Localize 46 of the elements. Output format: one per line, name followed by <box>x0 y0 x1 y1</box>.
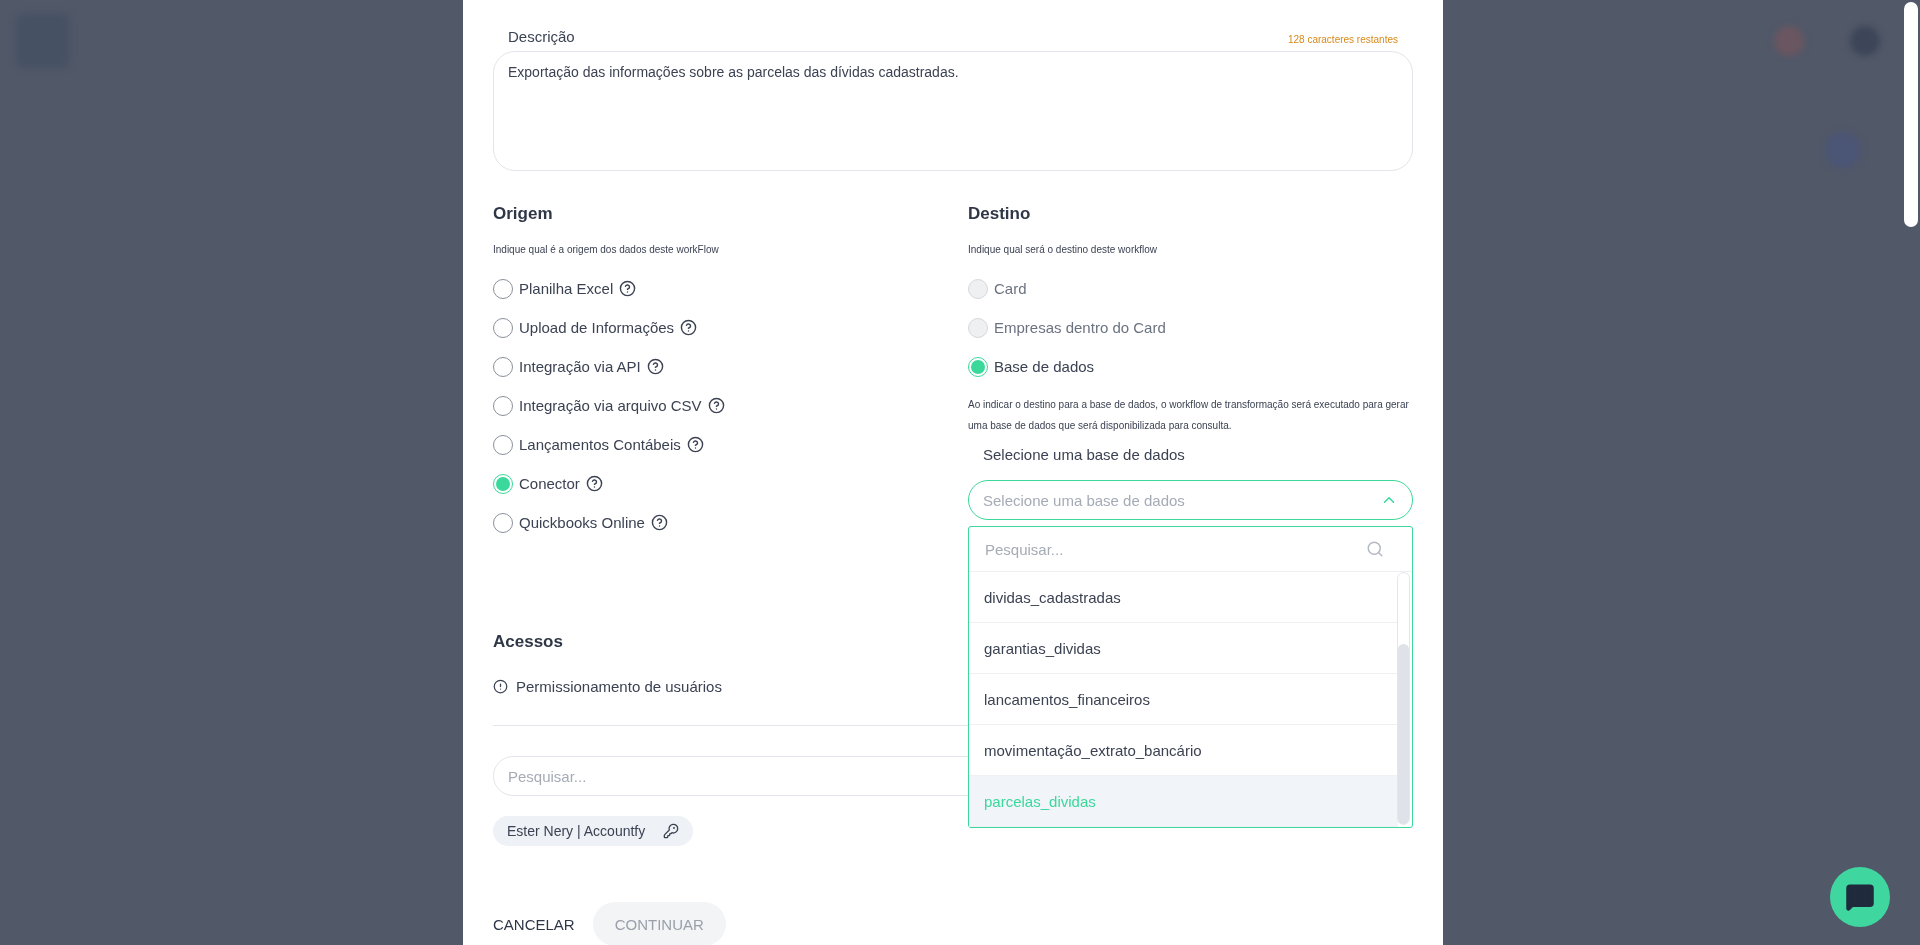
help-icon[interactable] <box>707 397 725 414</box>
blurred-avatar-icon <box>1774 26 1804 56</box>
radio-button[interactable] <box>493 434 513 455</box>
radio-label: Card <box>994 280 1027 297</box>
radio-button[interactable] <box>493 356 513 377</box>
help-icon[interactable] <box>619 280 637 297</box>
section-title: Origem <box>493 204 554 224</box>
hint-text: Indique qual é a origem dos dados deste workFlow <box>493 244 720 255</box>
radio-label: Empresas dentro do Card <box>994 319 1166 336</box>
permission-label: Permissionamento de usuários <box>516 678 722 695</box>
radio-label: Lançamentos Contábeis <box>519 436 681 453</box>
info-text: Ao indicar o destino para a base de dados, o workflow de transformação será executado para gerar uma base de dados que será disponibilizada para consulta. <box>968 398 1410 433</box>
description-field[interactable]: Exportação das informações sobre as parcelas das dívidas cadastradas. <box>493 51 1413 171</box>
radio-button[interactable] <box>493 317 513 338</box>
character-counter: 128 caracteres restantes <box>1287 34 1398 45</box>
scrollbar-thumb[interactable] <box>1904 2 1918 227</box>
radio-label: Base de dados <box>994 358 1095 375</box>
radio-label: Planilha Excel <box>519 280 614 297</box>
radio-button[interactable] <box>493 512 513 533</box>
radio-label: Integração via arquivo CSV <box>519 397 702 414</box>
hint-text: Indique qual será o destino deste workflow <box>968 244 1158 255</box>
radio-label: Quickbooks Online <box>519 514 645 531</box>
key-icon[interactable] <box>663 823 680 839</box>
section-title: Destino <box>968 204 1032 224</box>
radio-button[interactable] <box>968 356 988 377</box>
field-label: Descrição <box>508 28 575 45</box>
help-icon[interactable] <box>686 436 704 453</box>
field-label: Selecione uma base de dados <box>983 446 1186 465</box>
radio-label: Conector <box>519 475 580 492</box>
info-icon <box>493 679 508 694</box>
user-chip[interactable]: Ester Nery | Accountfy <box>493 816 694 846</box>
chat-icon <box>1845 882 1875 912</box>
radio-button[interactable] <box>493 278 513 299</box>
section-title: Acessos <box>493 632 563 652</box>
cancel-button[interactable]: CANCELAR <box>493 907 575 941</box>
help-icon[interactable] <box>650 514 668 531</box>
radio-button[interactable] <box>493 473 513 494</box>
help-icon[interactable] <box>585 475 603 492</box>
search-icon <box>1366 540 1384 558</box>
help-icon[interactable] <box>646 358 664 375</box>
help-icon[interactable] <box>680 319 698 336</box>
radio-label: Upload de Informações <box>519 319 675 336</box>
radio-button[interactable] <box>493 395 513 416</box>
chat-button[interactable] <box>1830 867 1890 927</box>
radio-label: Integração via API <box>519 358 641 375</box>
scrollbar-thumb[interactable] <box>1398 644 1409 824</box>
